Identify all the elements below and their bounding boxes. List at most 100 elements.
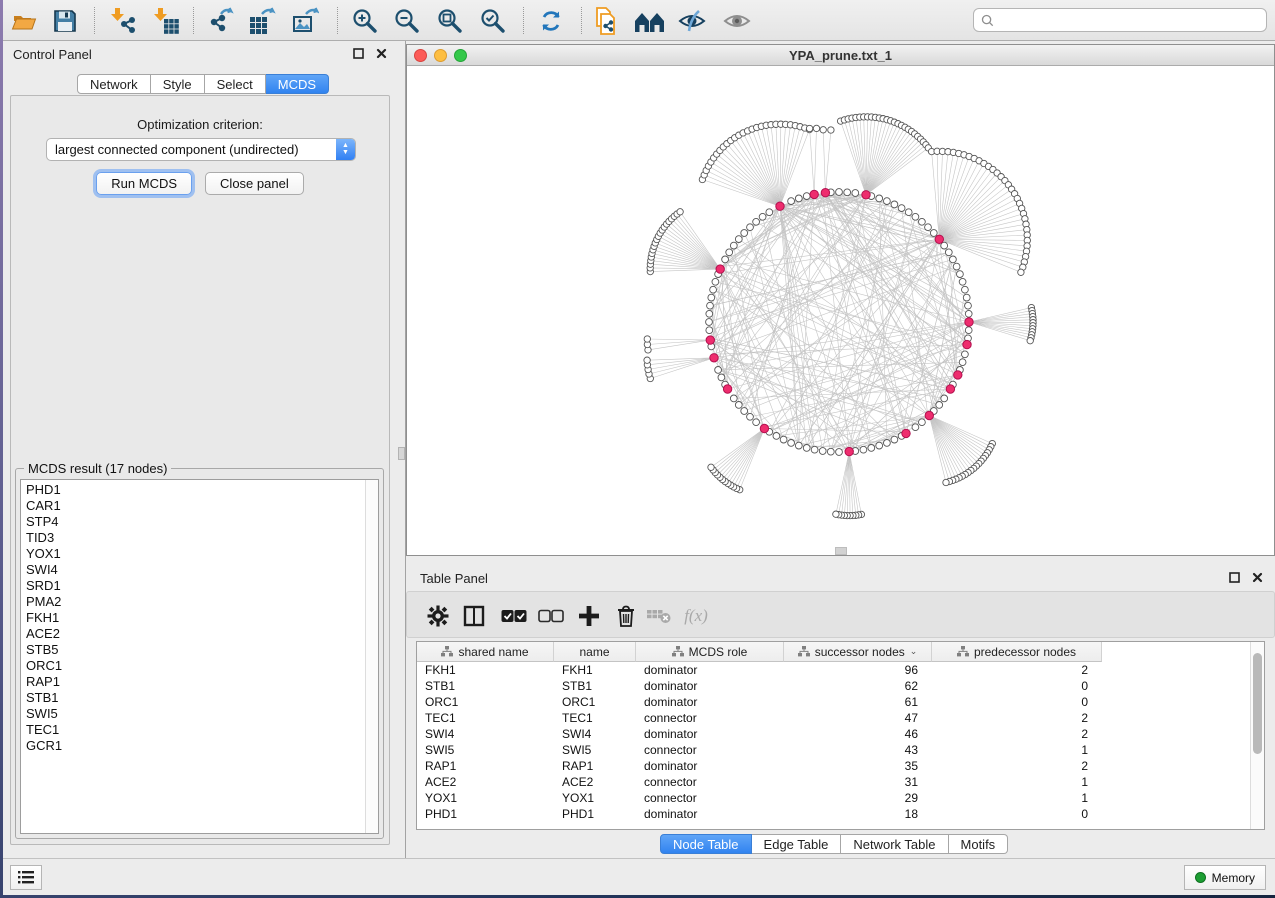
table-cell[interactable]: 1 bbox=[932, 775, 1102, 789]
tab-node-table[interactable]: Node Table bbox=[660, 834, 752, 854]
result-node-item[interactable]: SWI5 bbox=[21, 706, 364, 722]
close-panel-icon[interactable] bbox=[1250, 570, 1265, 585]
search-input[interactable] bbox=[994, 10, 1266, 30]
table-cell[interactable]: 46 bbox=[784, 727, 932, 741]
table-cell[interactable]: RAP1 bbox=[554, 759, 636, 773]
result-list-scrollbar[interactable] bbox=[365, 480, 378, 833]
table-cell[interactable]: YOX1 bbox=[554, 791, 636, 805]
table-cell[interactable]: SWI4 bbox=[554, 727, 636, 741]
table-row[interactable]: STB1STB1dominator620 bbox=[417, 678, 1250, 694]
column-header-MCDS-role[interactable]: MCDS role bbox=[636, 642, 784, 662]
table-cell[interactable]: 1 bbox=[932, 791, 1102, 805]
canvas-splitter-handle[interactable] bbox=[835, 547, 847, 555]
result-node-item[interactable]: CAR1 bbox=[21, 498, 364, 514]
close-panel-icon[interactable] bbox=[374, 46, 389, 61]
result-node-item[interactable]: PMA2 bbox=[21, 594, 364, 610]
zoom-selected-icon[interactable] bbox=[476, 5, 510, 36]
houses-icon[interactable] bbox=[633, 5, 667, 36]
result-node-item[interactable]: PHD1 bbox=[21, 482, 364, 498]
table-cell[interactable]: STB1 bbox=[417, 679, 554, 693]
column-header-name[interactable]: name bbox=[554, 642, 636, 662]
table-cell[interactable]: connector bbox=[636, 775, 784, 789]
result-node-item[interactable]: FKH1 bbox=[21, 610, 364, 626]
open-folder-icon[interactable] bbox=[7, 5, 41, 36]
table-cell[interactable]: ORC1 bbox=[554, 695, 636, 709]
result-node-item[interactable]: GCR1 bbox=[21, 738, 364, 754]
table-row[interactable]: SWI4SWI4dominator462 bbox=[417, 726, 1250, 742]
run-mcds-button[interactable]: Run MCDS bbox=[96, 172, 192, 195]
result-node-item[interactable]: ACE2 bbox=[21, 626, 364, 642]
column-header-shared-name[interactable]: shared name bbox=[417, 642, 554, 662]
hide-eye-icon[interactable] bbox=[675, 5, 709, 36]
columns-icon[interactable] bbox=[459, 601, 489, 631]
table-cell[interactable]: ORC1 bbox=[417, 695, 554, 709]
table-cell[interactable]: PHD1 bbox=[417, 807, 554, 821]
table-row[interactable]: YOX1YOX1connector291 bbox=[417, 790, 1250, 806]
result-node-item[interactable]: STB5 bbox=[21, 642, 364, 658]
network-graph[interactable] bbox=[407, 66, 1274, 555]
table-cell[interactable]: FKH1 bbox=[554, 663, 636, 677]
float-window-icon[interactable] bbox=[1227, 570, 1242, 585]
table-scrollbar[interactable] bbox=[1250, 642, 1264, 829]
zoom-in-icon[interactable] bbox=[348, 5, 382, 36]
column-header-successor-nodes[interactable]: successor nodes⌄ bbox=[784, 642, 932, 662]
table-row[interactable]: PHD1PHD1dominator180 bbox=[417, 806, 1250, 822]
table-cell[interactable]: 2 bbox=[932, 711, 1102, 725]
zoom-fit-icon[interactable] bbox=[433, 5, 467, 36]
refresh-icon[interactable] bbox=[534, 5, 568, 36]
table-cell[interactable]: SWI5 bbox=[554, 743, 636, 757]
trash-icon[interactable] bbox=[611, 601, 641, 631]
table-cell[interactable]: 62 bbox=[784, 679, 932, 693]
table-cell[interactable]: SWI4 bbox=[417, 727, 554, 741]
result-node-item[interactable]: TID3 bbox=[21, 530, 364, 546]
tab-style[interactable]: Style bbox=[151, 74, 205, 94]
table-cell[interactable]: connector bbox=[636, 711, 784, 725]
tab-mcds[interactable]: MCDS bbox=[266, 74, 329, 94]
horizontal-splitter[interactable] bbox=[406, 556, 1275, 565]
table-row[interactable]: RAP1RAP1dominator352 bbox=[417, 758, 1250, 774]
close-panel-button[interactable]: Close panel bbox=[205, 172, 304, 195]
table-cell[interactable]: connector bbox=[636, 743, 784, 757]
result-node-item[interactable]: SWI4 bbox=[21, 562, 364, 578]
table-cell[interactable]: dominator bbox=[636, 727, 784, 741]
column-header-predecessor-nodes[interactable]: predecessor nodes bbox=[932, 642, 1102, 662]
select-all-icon[interactable] bbox=[499, 601, 529, 631]
result-node-item[interactable]: YOX1 bbox=[21, 546, 364, 562]
deselect-all-icon[interactable] bbox=[536, 601, 566, 631]
table-cell[interactable]: TEC1 bbox=[554, 711, 636, 725]
result-node-item[interactable]: STP4 bbox=[21, 514, 364, 530]
table-cell[interactable]: STB1 bbox=[554, 679, 636, 693]
show-eye-icon[interactable] bbox=[720, 5, 754, 36]
tab-network[interactable]: Network bbox=[77, 74, 151, 94]
table-cell[interactable]: RAP1 bbox=[417, 759, 554, 773]
import-table-icon[interactable] bbox=[149, 5, 183, 36]
table-cell[interactable]: 2 bbox=[932, 663, 1102, 677]
task-history-button[interactable] bbox=[10, 865, 42, 890]
zoom-out-icon[interactable] bbox=[390, 5, 424, 36]
float-window-icon[interactable] bbox=[351, 46, 366, 61]
plus-icon[interactable] bbox=[574, 601, 604, 631]
table-cell[interactable]: TEC1 bbox=[417, 711, 554, 725]
result-node-item[interactable]: STB1 bbox=[21, 690, 364, 706]
table-cell[interactable]: dominator bbox=[636, 679, 784, 693]
table-cell[interactable]: PHD1 bbox=[554, 807, 636, 821]
table-cell[interactable]: dominator bbox=[636, 807, 784, 821]
table-cell[interactable]: dominator bbox=[636, 695, 784, 709]
table-cell[interactable]: 29 bbox=[784, 791, 932, 805]
table-cell[interactable]: ACE2 bbox=[417, 775, 554, 789]
table-cell[interactable]: SWI5 bbox=[417, 743, 554, 757]
result-node-item[interactable]: SRD1 bbox=[21, 578, 364, 594]
export-table-icon[interactable] bbox=[245, 5, 279, 36]
table-row[interactable]: SWI5SWI5connector431 bbox=[417, 742, 1250, 758]
table-row[interactable]: ACE2ACE2connector311 bbox=[417, 774, 1250, 790]
table-cell[interactable]: FKH1 bbox=[417, 663, 554, 677]
table-cell[interactable]: 47 bbox=[784, 711, 932, 725]
tab-edge-table[interactable]: Edge Table bbox=[752, 834, 842, 854]
vertical-splitter[interactable] bbox=[397, 41, 406, 858]
table-cell[interactable]: dominator bbox=[636, 663, 784, 677]
export-image-icon[interactable] bbox=[288, 5, 322, 36]
table-row[interactable]: ORC1ORC1dominator610 bbox=[417, 694, 1250, 710]
table-cell[interactable]: 96 bbox=[784, 663, 932, 677]
tab-motifs[interactable]: Motifs bbox=[949, 834, 1009, 854]
vertical-splitter-handle[interactable] bbox=[398, 447, 405, 460]
